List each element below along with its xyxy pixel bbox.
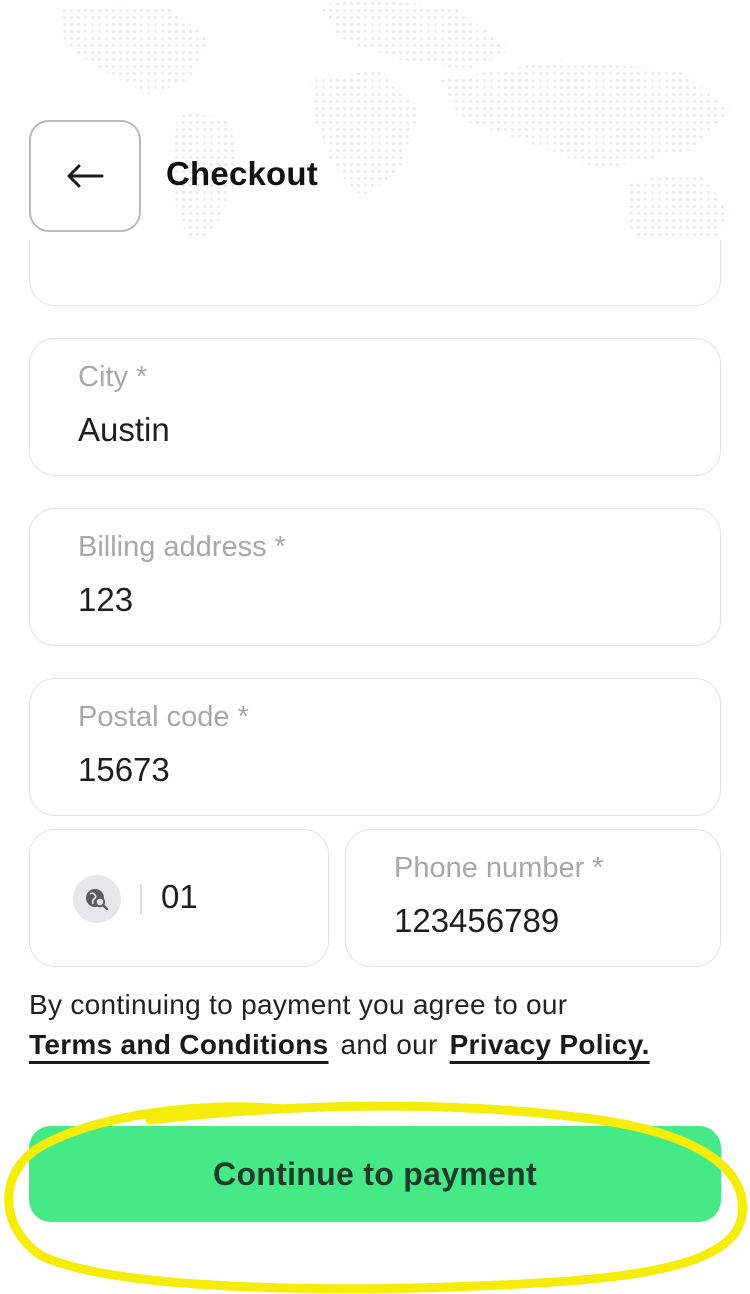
legal-notice: By continuing to payment you agree to ou… [29, 985, 729, 1065]
billing-address-field[interactable]: Billing address * 123 [29, 508, 721, 646]
billing-address-label: Billing address * [78, 531, 286, 563]
privacy-link[interactable]: Privacy Policy. [450, 1029, 650, 1060]
city-label: City * [78, 361, 148, 393]
postal-code-label: Postal code * [78, 701, 249, 733]
legal-prefix: By continuing to payment you agree to ou… [29, 989, 568, 1020]
arrow-left-icon [67, 164, 104, 188]
page-title: Checkout [166, 155, 318, 192]
previous-field-partial[interactable] [29, 240, 721, 306]
globe-search-icon [73, 875, 121, 923]
terms-link[interactable]: Terms and Conditions [29, 1029, 329, 1060]
phone-number-input[interactable]: 123456789 [394, 902, 559, 940]
country-code-selector[interactable]: 01 [29, 829, 329, 967]
billing-address-input[interactable]: 123 [78, 581, 133, 619]
world-map-illustration [60, 1, 730, 255]
continue-to-payment-button[interactable]: Continue to payment [29, 1126, 721, 1222]
country-code-value: 01 [161, 878, 198, 915]
postal-code-input[interactable]: 15673 [78, 751, 170, 789]
legal-middle: and our [340, 1029, 438, 1060]
city-field[interactable]: City * Austin [29, 338, 721, 476]
city-input[interactable]: Austin [78, 411, 170, 449]
divider [140, 884, 142, 914]
phone-number-field[interactable]: Phone number * 123456789 [345, 829, 721, 967]
back-button[interactable] [29, 120, 141, 232]
postal-code-field[interactable]: Postal code * 15673 [29, 678, 721, 816]
phone-number-label: Phone number * [394, 852, 604, 884]
